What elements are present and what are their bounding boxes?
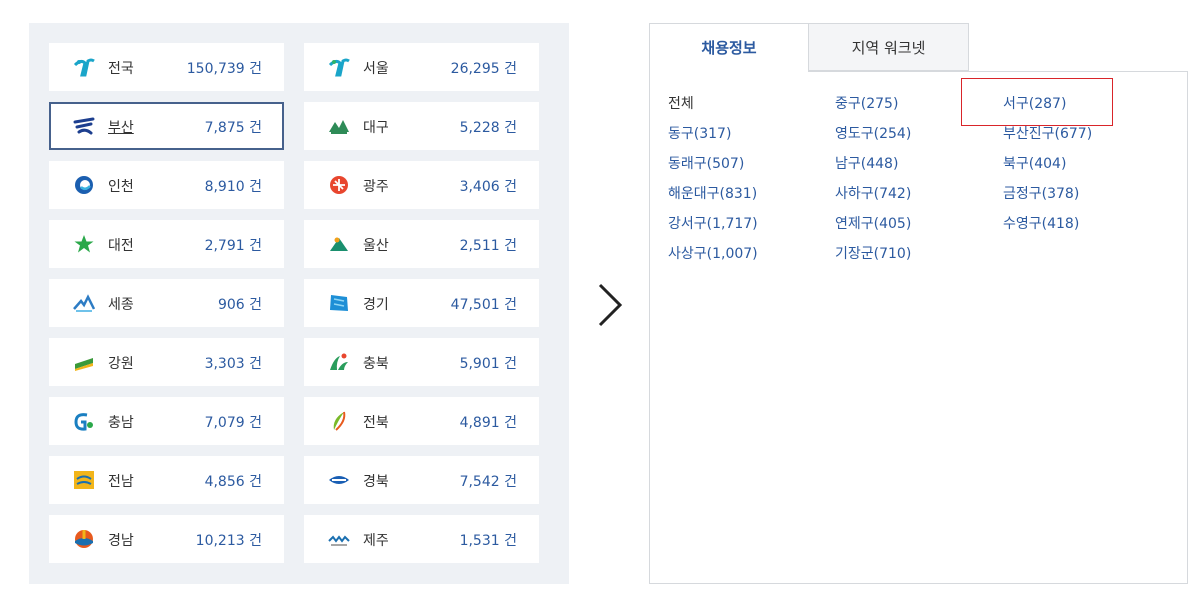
region-card-jeonnam[interactable]: 전남 4,856 건 [49,456,284,504]
region-name: 인천 [108,179,134,195]
region-card-gwangju[interactable]: 광주 3,406 건 [304,161,539,209]
ulsan-emblem-icon [330,237,348,251]
district-link-dongnae[interactable]: 동래구(507) [668,153,744,173]
region-card-daegu[interactable]: 대구 5,228 건 [304,102,539,150]
region-count: 4,891 건 [459,415,517,431]
region-card-sejong[interactable]: 세종 906 건 [49,279,284,327]
region-card-jeju[interactable]: 제주 1,531 건 [304,515,539,563]
jeonnam-emblem-icon [74,471,94,489]
region-name: 세종 [108,297,134,313]
district-link-saha[interactable]: 사하구(742) [835,183,911,203]
region-name: 경기 [363,297,389,313]
incheon-emblem-icon [75,176,93,194]
region-count: 150,739 건 [186,61,262,77]
region-name: 광주 [363,179,389,195]
korea-emblem-icon [73,58,95,77]
region-count: 5,901 건 [459,356,517,372]
region-count: 7,542 건 [459,474,517,490]
district-link-seogu[interactable]: 서구(287) [1003,93,1066,113]
region-card-daejeon[interactable]: 대전 2,791 건 [49,220,284,268]
region-count: 3,406 건 [459,179,517,195]
region-card-busan[interactable]: 부산 7,875 건 [49,102,284,150]
region-count: 3,303 건 [204,356,262,372]
region-card-jeonbuk[interactable]: 전북 4,891 건 [304,397,539,445]
region-name: 충남 [108,415,134,431]
district-link-geumjeong[interactable]: 금정구(378) [1003,183,1079,203]
region-card-chungbuk[interactable]: 충북 5,901 건 [304,338,539,386]
region-name: 대전 [108,238,134,254]
region-name: 충북 [363,356,389,372]
district-link-junggu[interactable]: 중구(275) [835,93,898,113]
region-name: 제주 [363,533,389,549]
region-card-incheon[interactable]: 인천 8,910 건 [49,161,284,209]
district-link-namgu[interactable]: 남구(448) [835,153,898,173]
region-name: 전국 [108,61,134,77]
region-card-gyeongbuk[interactable]: 경북 7,542 건 [304,456,539,504]
region-count: 2,511 건 [459,238,517,254]
jeonbuk-emblem-icon [333,411,346,431]
gwangju-emblem-icon [330,176,348,194]
region-count: 47,501 건 [450,297,517,313]
daejeon-emblem-icon [74,235,94,253]
region-card-nationwide[interactable]: 전국 150,739 건 [49,43,284,91]
gyeongbuk-emblem-icon [329,476,349,484]
region-count: 906 건 [217,297,262,313]
region-count: 1,531 건 [459,533,517,549]
region-count: 7,875 건 [204,120,262,136]
jeju-emblem-icon [328,535,350,546]
region-card-ulsan[interactable]: 울산 2,511 건 [304,220,539,268]
district-link-donggu[interactable]: 동구(317) [668,123,731,143]
district-link-haeundae[interactable]: 해운대구(831) [668,183,757,203]
district-link-sasang[interactable]: 사상구(1,007) [668,243,758,263]
busan-emblem-icon [73,117,95,135]
region-count: 8,910 건 [204,179,262,195]
district-link-gangseo[interactable]: 강서구(1,717) [668,213,758,233]
district-link-yeonje[interactable]: 연제구(405) [835,213,911,233]
district-link-busanjin[interactable]: 부산진구(677) [1003,123,1092,143]
district-panel [649,71,1188,584]
region-name: 경남 [108,533,134,549]
chungnam-emblem-icon [74,413,93,431]
region-count: 2,791 건 [204,238,262,254]
region-count: 5,228 건 [459,120,517,136]
region-card-chungnam[interactable]: 충남 7,079 건 [49,397,284,445]
region-name: 전북 [363,415,389,431]
region-name: 울산 [363,238,389,254]
district-link-gijang[interactable]: 기장군(710) [835,243,911,263]
region-card-seoul[interactable]: 서울 26,295 건 [304,43,539,91]
region-card-gyeonggi[interactable]: 경기 47,501 건 [304,279,539,327]
sejong-emblem-icon [73,294,95,312]
region-card-gangwon[interactable]: 강원 3,303 건 [49,338,284,386]
district-link-yeongdo[interactable]: 영도구(254) [835,123,911,143]
region-name: 부산 [108,120,134,136]
region-name: 대구 [363,120,389,136]
tab-regional-worknet[interactable]: 지역 워크넷 [808,23,969,71]
gyeongnam-emblem-icon [75,530,93,548]
gangwon-emblem-icon [75,358,93,371]
region-name: 강원 [108,356,134,372]
region-name: 경북 [363,474,389,490]
district-link-all[interactable]: 전체 [668,93,694,113]
region-count: 10,213 건 [195,533,262,549]
tab-job-info[interactable]: 채용정보 [649,23,809,72]
region-name: 전남 [108,474,134,490]
gyeonggi-emblem-icon [330,295,348,311]
region-count: 7,079 건 [204,415,262,431]
seoul-emblem-icon [328,58,350,77]
region-count: 4,856 건 [204,474,262,490]
region-card-gyeongnam[interactable]: 경남 10,213 건 [49,515,284,563]
daegu-emblem-icon [329,120,349,134]
chevron-right-icon [598,283,623,327]
chungbuk-emblem-icon [330,353,348,370]
region-name: 서울 [363,61,389,77]
district-link-bukgu[interactable]: 북구(404) [1003,153,1066,173]
district-link-suyeong[interactable]: 수영구(418) [1003,213,1079,233]
region-count: 26,295 건 [450,61,517,77]
